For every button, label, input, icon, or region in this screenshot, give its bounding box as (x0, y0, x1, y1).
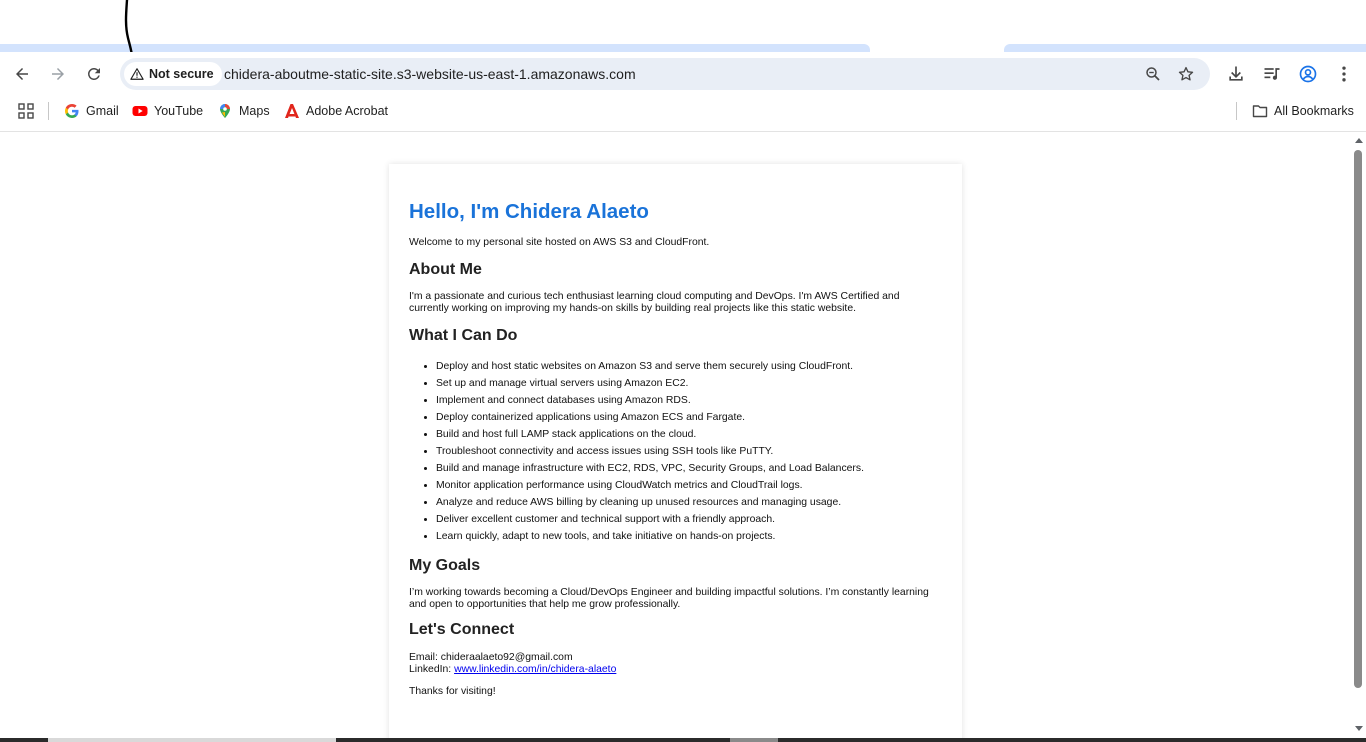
media-playlist-icon (1264, 68, 1280, 80)
maps-pin-icon (217, 103, 233, 119)
about-heading: About Me (409, 261, 482, 278)
warning-triangle-icon (130, 68, 144, 80)
bookmarks-bar: Gmail YouTube Maps Adobe Acrobat All Boo… (0, 96, 1366, 126)
bookmarks-separator (48, 102, 49, 120)
taskbar-edge (0, 738, 1366, 742)
scrollbar-thumb[interactable] (1354, 150, 1362, 688)
skill-list-item: Deploy containerized applications using … (436, 412, 942, 424)
profile-button[interactable] (1297, 63, 1319, 85)
goals-heading: My Goals (409, 557, 481, 574)
skill-list-item: Deliver excellent customer and technical… (436, 514, 942, 526)
download-icon (1229, 66, 1243, 81)
active-tab[interactable] (870, 44, 1004, 52)
taskbar-segment (730, 738, 778, 742)
all-bookmarks-button[interactable]: All Bookmarks (1252, 100, 1354, 122)
chrome-menu-button[interactable] (1333, 63, 1355, 85)
about-text: I'm a passionate and curious tech enthus… (409, 291, 900, 314)
skill-list-item: Learn quickly, adapt to new tools, and t… (436, 531, 942, 543)
bookmark-star-button[interactable] (1175, 63, 1197, 85)
bookmarks-separator (1236, 102, 1237, 120)
apps-button[interactable] (18, 100, 34, 122)
security-chip[interactable]: Not secure (124, 62, 222, 86)
bookmark-label: Adobe Acrobat (306, 104, 389, 118)
tab-strip-band (1004, 44, 1366, 52)
reload-button[interactable] (80, 60, 108, 88)
reload-icon (87, 67, 100, 80)
vertical-scrollbar[interactable] (1352, 132, 1366, 738)
taskbar-segment (48, 738, 336, 742)
email-label: Email: (409, 652, 438, 663)
connect-heading: Let's Connect (409, 621, 515, 638)
all-bookmarks-label: All Bookmarks (1274, 104, 1354, 118)
url-text[interactable]: chidera-aboutme-static-site.s3-website-u… (224, 58, 636, 90)
scroll-up-arrow-icon[interactable] (1355, 138, 1363, 143)
skills-heading: What I Can Do (409, 327, 518, 344)
arrow-left-icon (16, 68, 28, 80)
content-card: Hello, I'm Chidera Alaeto Welcome to my … (389, 164, 962, 738)
skills-list: Deploy and host static websites on Amazo… (409, 361, 942, 543)
thanks-text: Thanks for visiting! (409, 686, 496, 697)
linkedin-link[interactable]: www.linkedin.com/in/chidera-alaeto (454, 664, 616, 675)
skill-list-item: Set up and manage virtual servers using … (436, 378, 942, 390)
contact-block: Email: chideraalaeto92@gmail.com LinkedI… (409, 652, 942, 676)
bookmark-gmail[interactable]: Gmail (64, 100, 119, 122)
bookmark-label: Maps (239, 104, 270, 118)
tab-strip (0, 0, 1366, 52)
apps-grid-icon (18, 103, 34, 119)
browser-window: Not secure chidera-aboutme-static-site.s… (0, 0, 1366, 742)
youtube-icon (132, 103, 148, 119)
page-viewport: Hello, I'm Chidera Alaeto Welcome to my … (0, 132, 1352, 738)
skill-list-item: Analyze and reduce AWS billing by cleani… (436, 497, 942, 509)
forward-button[interactable] (44, 60, 72, 88)
toolbar: Not secure chidera-aboutme-static-site.s… (0, 52, 1366, 96)
intro-text: Welcome to my personal site hosted on AW… (409, 237, 710, 248)
adobe-acrobat-icon (284, 103, 300, 119)
downloads-button[interactable] (1225, 63, 1247, 85)
skill-list-item: Build and manage infrastructure with EC2… (436, 463, 942, 475)
media-controls-button[interactable] (1261, 63, 1283, 85)
zoom-button[interactable] (1142, 63, 1164, 85)
linkedin-label: LinkedIn: (409, 664, 452, 675)
security-label: Not secure (149, 67, 214, 81)
goals-text: I’m working towards becoming a Cloud/Dev… (409, 587, 929, 610)
folder-icon (1252, 103, 1268, 119)
email-value: chideraalaeto92@gmail.com (440, 652, 573, 663)
zoom-magnifier-icon (1146, 67, 1160, 81)
address-bar[interactable]: Not secure chidera-aboutme-static-site.s… (120, 58, 1210, 90)
bookmark-maps[interactable]: Maps (217, 100, 270, 122)
skill-list-item: Monitor application performance using Cl… (436, 480, 942, 492)
kebab-menu-icon (1342, 66, 1346, 82)
arrow-right-icon (52, 68, 64, 80)
bookmark-label: YouTube (154, 104, 204, 118)
skill-list-item: Build and host full LAMP stack applicati… (436, 429, 942, 441)
back-button[interactable] (8, 60, 36, 88)
scroll-down-arrow-icon[interactable] (1355, 726, 1363, 731)
skill-list-item: Troubleshoot connectivity and access iss… (436, 446, 942, 458)
google-g-icon (64, 103, 80, 119)
bookmark-label: Gmail (86, 104, 119, 118)
page-title: Hello, I'm Chidera Alaeto (409, 200, 649, 223)
skill-list-item: Deploy and host static websites on Amazo… (436, 361, 942, 373)
star-outline-icon (1178, 66, 1194, 81)
bookmark-adobe-acrobat[interactable]: Adobe Acrobat (284, 100, 388, 122)
account-circle-icon (1299, 65, 1317, 83)
bookmark-youtube[interactable]: YouTube (132, 100, 203, 122)
skill-list-item: Implement and connect databases using Am… (436, 395, 942, 407)
